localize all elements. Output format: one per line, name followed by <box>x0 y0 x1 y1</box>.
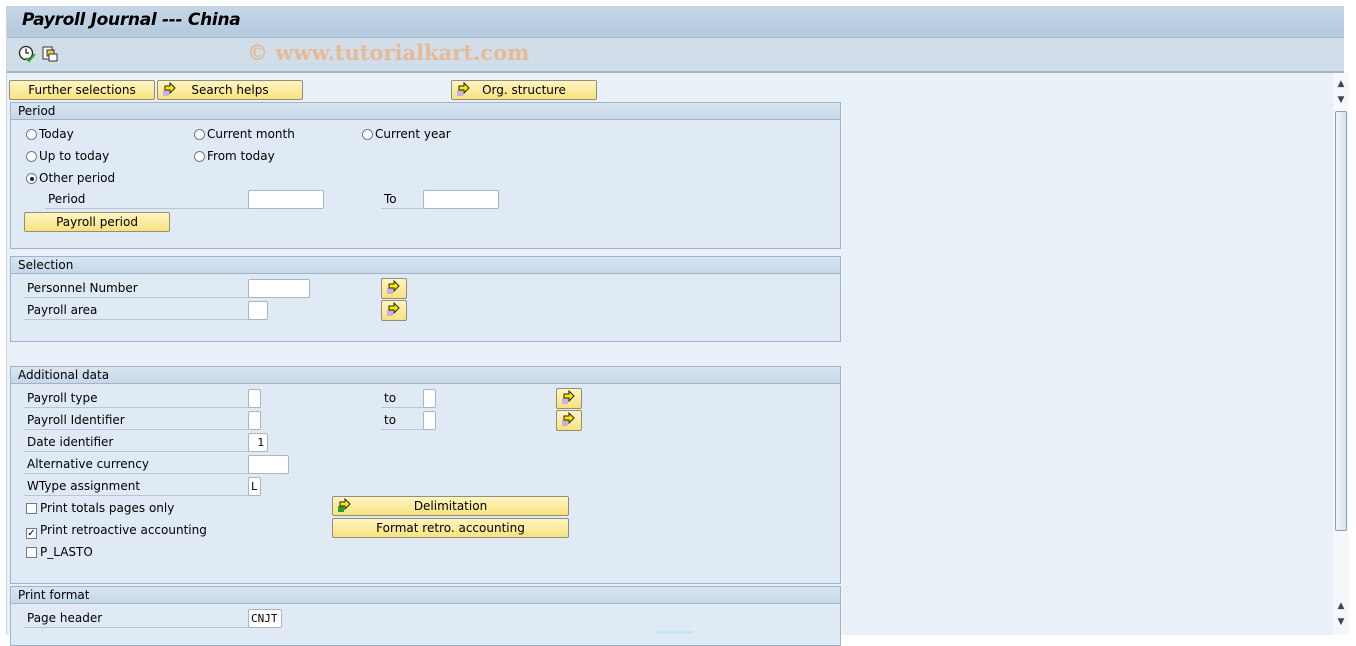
scroll-down-top-icon[interactable]: ▼ <box>1334 93 1348 107</box>
radio-current-month[interactable]: Current month <box>194 125 295 143</box>
scroll-up-top-icon[interactable]: ▲ <box>1334 77 1348 91</box>
period-label: Period <box>45 190 255 209</box>
radio-label: Current month <box>207 127 295 141</box>
payroll-period-button[interactable]: Payroll period <box>24 212 170 232</box>
org-structure-button[interactable]: Org. structure <box>451 80 597 100</box>
personnel-number-label: Personnel Number <box>24 279 249 298</box>
application-toolbar: © www.tutorialkart.com <box>7 38 1344 73</box>
checkbox-icon <box>26 547 37 558</box>
print-format-group: Print format Page header CNJT <box>10 586 841 646</box>
delimitation-button[interactable]: Delimitation <box>332 496 569 516</box>
arrow-right-icon <box>163 82 176 96</box>
checkbox-print-totals-pages-only[interactable]: Print totals pages only <box>26 499 174 517</box>
payroll-period-label: Payroll period <box>56 215 138 229</box>
checkbox-checked-icon: ✓ <box>26 528 37 539</box>
personnel-number-multiple-selection-button[interactable] <box>381 278 407 299</box>
sap-window: Payroll Journal --- China © www.tutorial… <box>6 6 1349 646</box>
radio-label: From today <box>207 149 275 163</box>
print-format-group-title: Print format <box>11 587 840 604</box>
arrow-right-icon <box>338 498 351 512</box>
arrow-right-icon <box>562 412 575 426</box>
scroll-up-bottom-icon[interactable]: ▲ <box>1334 599 1348 613</box>
payroll-type-label: Payroll type <box>24 389 249 408</box>
page-header-label: Page header <box>24 609 249 628</box>
search-helps-label: Search helps <box>191 83 269 97</box>
checkbox-label: Print retroactive accounting <box>40 523 207 537</box>
arrow-right-icon <box>387 280 400 294</box>
payroll-area-input[interactable] <box>248 301 268 320</box>
radio-label: Today <box>39 127 74 141</box>
arrow-right-icon <box>457 82 470 96</box>
delimitation-label: Delimitation <box>413 499 488 513</box>
radio-button-icon <box>194 129 205 140</box>
checkbox-label: Print totals pages only <box>40 501 175 515</box>
format-retro-accounting-label: Format retro. accounting <box>376 521 525 535</box>
vertical-scrollbar[interactable]: ▲ ▼ ▲ ▼ <box>1333 73 1349 635</box>
wtype-assignment-input[interactable]: L <box>248 477 261 496</box>
checkbox-label: P_LASTO <box>40 545 93 559</box>
payroll-identifier-from-input[interactable] <box>248 411 261 430</box>
execute-background-icon[interactable] <box>18 45 36 63</box>
period-to-input[interactable] <box>423 190 499 209</box>
additional-data-group: Additional data Payroll type to Payroll … <box>10 366 841 584</box>
radio-button-icon <box>26 129 37 140</box>
radio-current-year[interactable]: Current year <box>362 125 451 143</box>
radio-button-icon <box>26 151 37 162</box>
radio-button-selected-icon <box>26 173 37 184</box>
additional-data-group-title: Additional data <box>11 367 840 384</box>
payroll-area-multiple-selection-button[interactable] <box>381 300 407 321</box>
search-helps-button[interactable]: Search helps <box>157 80 303 100</box>
payroll-type-multiple-selection-button[interactable] <box>556 388 582 409</box>
period-group: Period Today Current month Current year … <box>10 102 841 249</box>
arrow-right-icon <box>387 302 400 316</box>
selection-screen: Further selections Search helps Org. str… <box>7 73 1329 646</box>
payroll-identifier-to-label: to <box>381 411 427 430</box>
personnel-number-input[interactable] <box>248 279 310 298</box>
wtype-assignment-label: WType assignment <box>24 477 249 496</box>
checkbox-print-retroactive-accounting[interactable]: ✓ Print retroactive accounting <box>26 521 207 539</box>
period-group-title: Period <box>11 103 840 120</box>
checkbox-p-lasto[interactable]: P_LASTO <box>26 543 93 561</box>
alternative-currency-input[interactable] <box>248 455 289 474</box>
alternative-currency-label: Alternative currency <box>24 455 249 474</box>
radio-other-period[interactable]: Other period <box>26 169 115 187</box>
radio-button-icon <box>194 151 205 162</box>
format-retro-accounting-button[interactable]: Format retro. accounting <box>332 518 569 538</box>
payroll-identifier-label: Payroll Identifier <box>24 411 249 430</box>
radio-from-today[interactable]: From today <box>194 147 275 165</box>
date-identifier-input[interactable]: 1 <box>248 433 268 452</box>
scroll-down-bottom-icon[interactable]: ▼ <box>1334 615 1348 629</box>
checkbox-icon <box>26 503 37 514</box>
selection-group-title: Selection <box>11 257 840 274</box>
date-identifier-label: Date identifier <box>24 433 249 452</box>
radio-label: Current year <box>375 127 451 141</box>
radio-up-to-today[interactable]: Up to today <box>26 147 109 165</box>
page-title: Payroll Journal --- China <box>22 10 241 30</box>
payroll-identifier-multiple-selection-button[interactable] <box>556 410 582 431</box>
radio-button-icon <box>362 129 373 140</box>
title-bar: Payroll Journal --- China <box>7 7 1344 38</box>
payroll-type-to-input[interactable] <box>423 389 436 408</box>
radio-label: Up to today <box>39 149 110 163</box>
further-selections-button[interactable]: Further selections <box>9 80 155 100</box>
further-selections-label: Further selections <box>28 83 136 97</box>
period-from-input[interactable] <box>248 190 324 209</box>
payroll-type-from-input[interactable] <box>248 389 261 408</box>
payroll-type-to-label: to <box>381 389 427 408</box>
get-variant-icon[interactable] <box>41 45 59 63</box>
selection-group: Selection Personnel Number Payroll area <box>10 256 841 342</box>
scrollbar-thumb[interactable] <box>1335 111 1347 531</box>
watermark-text: © www.tutorialkart.com <box>247 40 530 65</box>
org-structure-label: Org. structure <box>482 83 566 97</box>
payroll-area-label: Payroll area <box>24 301 249 320</box>
period-to-label: To <box>381 190 427 209</box>
radio-label: Other period <box>39 171 116 185</box>
payroll-identifier-to-input[interactable] <box>423 411 436 430</box>
page-header-input[interactable]: CNJT <box>248 609 282 628</box>
radio-today[interactable]: Today <box>26 125 74 143</box>
arrow-right-icon <box>562 390 575 404</box>
